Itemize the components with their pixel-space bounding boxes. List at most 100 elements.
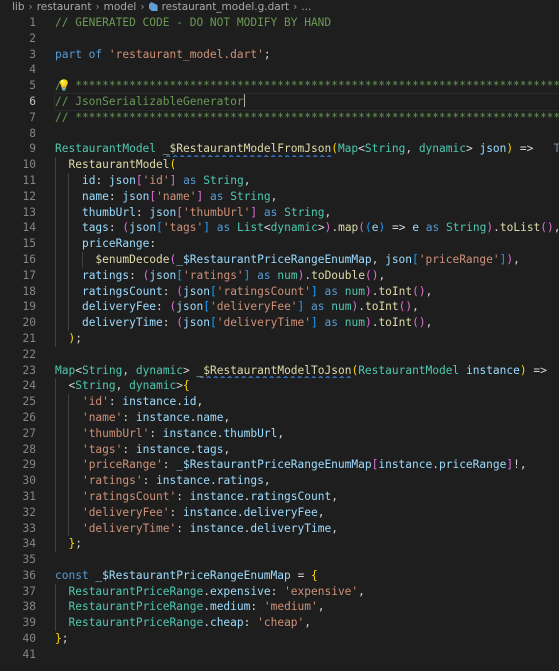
code-token: 'name' — [81, 410, 123, 424]
code-line[interactable]: RestaurantPriceRange.cheap: 'cheap', — [55, 615, 559, 632]
line-number: 25 — [22, 395, 36, 409]
code-token: < — [75, 363, 82, 377]
code-line[interactable]: 'thumbUrl': instance.thumbUrl, — [55, 425, 559, 442]
code-token: ( — [331, 142, 338, 156]
code-line[interactable]: 'ratingsCount': instance.ratingsCount, — [55, 488, 559, 505]
code-token: instance — [378, 458, 433, 472]
code-line[interactable]: RestaurantPriceRange.expensive: 'expensi… — [55, 583, 559, 600]
breadcrumb-item-file[interactable]: restaurant_model.g.dart — [162, 1, 290, 13]
code-line[interactable] — [55, 647, 559, 663]
code-line[interactable]: 'id': instance.id, — [55, 394, 559, 410]
code-token: // GENERATED CODE - DO NOT MODIFY BY HAN… — [55, 16, 332, 29]
indent-guide — [55, 251, 56, 268]
code-token: instance — [156, 474, 210, 488]
code-area[interactable]: // GENERATED CODE - DO NOT MODIFY BY HAN… — [54, 15, 559, 663]
code-token: ratings — [81, 268, 130, 282]
indent-guide — [55, 204, 56, 221]
code-token: num — [277, 268, 298, 282]
code-token: , — [317, 600, 325, 614]
code-token: 'name' — [156, 189, 197, 203]
lightbulb-icon[interactable]: 💡 — [57, 80, 71, 92]
code-line[interactable]: ); — [55, 330, 559, 347]
code-line[interactable]: 'deliveryTime': instance.deliveryTime, — [55, 520, 559, 537]
code-line[interactable] — [55, 31, 559, 47]
code-line[interactable] — [55, 62, 559, 78]
code-line[interactable]: thumbUrl: json['thumbUrl'] as String, — [55, 204, 559, 221]
code-token: , — [513, 252, 520, 266]
code-line[interactable]: // GENERATED CODE - DO NOT MODIFY BY HAN… — [55, 15, 559, 31]
breadcrumb-item-model[interactable]: model — [104, 1, 137, 13]
code-token: 'deliveryFee' — [209, 300, 298, 314]
indent-guide — [68, 457, 70, 474]
code-line[interactable]: deliveryTime: (json['deliveryTime'] as n… — [55, 315, 559, 331]
code-token: Map — [55, 363, 76, 377]
code-token: . — [189, 442, 197, 456]
code-token: toDouble — [311, 268, 365, 282]
breadcrumb-item-symbols[interactable]: ... — [301, 1, 311, 13]
code-line[interactable]: name: json['name'] as String, — [55, 188, 559, 205]
code-line[interactable]: RestaurantModel( — [55, 157, 559, 173]
code-token: e — [412, 221, 419, 235]
code-line[interactable]: part of 'restaurant_model.dart'; — [55, 47, 559, 63]
code-token: ratingsCount — [250, 489, 332, 503]
indent-guide — [55, 599, 56, 616]
code-line[interactable]: }; — [55, 631, 559, 647]
code-line[interactable]: ratings: (json['ratings'] as num).toDoub… — [55, 267, 559, 284]
code-token: priceRange — [438, 458, 507, 472]
line-number: 7 — [29, 110, 36, 124]
code-line[interactable]: RestaurantPriceRange.medium: 'medium', — [55, 599, 559, 616]
code-token: String — [230, 189, 271, 203]
code-token: , — [270, 189, 278, 203]
line-number: 17 — [22, 268, 36, 282]
indent-guide — [55, 536, 56, 553]
code-token: RestaurantPriceRange — [68, 616, 204, 630]
code-token: 'tags' — [81, 442, 123, 456]
code-line[interactable]: RestaurantModel _$RestaurantModelFromJso… — [55, 141, 559, 157]
code-line[interactable]: priceRange: — [55, 236, 559, 252]
code-line[interactable]: 'tags': instance.tags, — [55, 441, 559, 458]
indent-guide — [55, 473, 56, 489]
code-token: deliveryTime — [81, 316, 163, 330]
code-token: tags — [196, 442, 224, 456]
code-line[interactable] — [55, 552, 559, 568]
code-token: instance — [189, 521, 244, 535]
indent-guide — [55, 299, 56, 316]
code-token: as — [304, 300, 332, 314]
code-line[interactable]: }; — [55, 536, 559, 553]
code-line[interactable]: 'ratings': instance.ratings, — [55, 473, 559, 489]
line-number: 21 — [22, 331, 36, 345]
code-token: _$RestaurantModelFromJson — [162, 142, 332, 156]
code-token: thumbUrl — [81, 205, 136, 219]
code-token: , — [115, 379, 130, 393]
code-token: < — [358, 142, 365, 156]
code-line[interactable]: Map<String, dynamic> _$RestaurantModelTo… — [55, 363, 559, 379]
code-line[interactable]: // JsonSerializableGenerator — [54, 92, 559, 111]
code-line[interactable]: const _$RestaurantPriceRangeEnumMap = { — [55, 568, 559, 584]
code-token: tags — [81, 221, 109, 235]
code-token: RestaurantPriceRange — [68, 584, 204, 598]
line-number: 9 — [29, 142, 36, 156]
code-line[interactable] — [55, 347, 559, 363]
code-editor[interactable]: lib › restaurant › model › restaurant_model.g.… — [0, 0, 559, 671]
code-line[interactable]: tags: (json['tags'] as List<dynamic>).ma… — [55, 220, 559, 237]
code-line[interactable]: id: json['id'] as String, — [55, 172, 559, 189]
code-line[interactable]: deliveryFee: (json['deliveryFee'] as num… — [55, 299, 559, 316]
breadcrumb-item-lib[interactable]: lib — [12, 1, 25, 13]
breadcrumb-item-restaurant[interactable]: restaurant — [37, 1, 92, 13]
code-line[interactable]: $enumDecode(_$RestaurantPriceRangeEnumMa… — [55, 251, 559, 268]
indent-guide — [55, 583, 56, 600]
code-line[interactable]: // *************************************… — [55, 78, 559, 94]
code-line[interactable]: 'deliveryFee': instance.deliveryFee, — [55, 504, 559, 521]
code-token: () — [412, 316, 426, 330]
chevron-right-icon: › — [140, 1, 145, 13]
code-line[interactable]: // *************************************… — [55, 110, 559, 126]
code-token: ratings — [216, 474, 264, 488]
code-line[interactable]: 'name': instance.name, — [55, 409, 559, 426]
code-line[interactable] — [55, 126, 559, 142]
code-token: RestaurantModel — [68, 158, 170, 172]
code-line[interactable]: <String, dynamic>{ — [55, 378, 559, 395]
code-token: > — [465, 142, 480, 156]
code-token: ; — [61, 632, 69, 646]
code-line[interactable]: ratingsCount: (json['ratingsCount'] as n… — [55, 283, 559, 300]
code-line[interactable]: 'priceRange': _$RestaurantPriceRangeEnum… — [55, 457, 559, 474]
